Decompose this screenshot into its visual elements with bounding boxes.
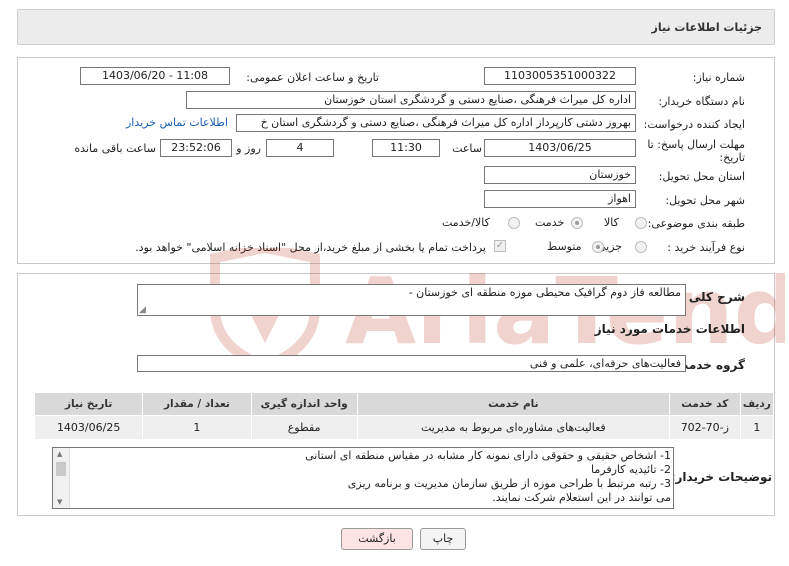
province-field: خوزستان <box>484 166 636 184</box>
col-header-service-name: نام خدمت <box>356 392 670 416</box>
notes-line: می توانند در این استعلام شرکت نمایند. <box>492 491 671 504</box>
remaining-days-field: 4 <box>266 139 334 157</box>
scroll-thumb[interactable] <box>56 462 66 476</box>
category-option-goods-service: کالا/خدمت <box>442 216 490 229</box>
buyer-notes-field: ▲ ▼ 1- اشخاص حقیقی و حقوقی دارای نمونه ک… <box>52 447 674 509</box>
cell-quantity: 1 <box>142 415 252 440</box>
remaining-time-field: 23:52:06 <box>160 139 232 157</box>
deadline-date-field: 1403/06/25 <box>484 139 636 157</box>
days-label: روز و <box>236 142 261 155</box>
cell-service-code: ز-70-702 <box>668 415 741 440</box>
page-title: جزئیات اطلاعات نیاز <box>651 21 763 34</box>
summary-text: مطالعه فاز دوم گرافیک محیطی موزه منطقه ا… <box>408 286 681 299</box>
table-row: 1 ز-70-702 فعالیت‌های مشاوره‌ای مربوط به… <box>33 415 775 440</box>
category-option-service: خدمت <box>535 216 565 229</box>
summary-field: مطالعه فاز دوم گرافیک محیطی موزه منطقه ا… <box>137 284 686 316</box>
scroll-down-icon[interactable]: ▼ <box>57 498 62 506</box>
col-header-service-code: کد خدمت <box>668 392 741 416</box>
page-header: جزئیات اطلاعات نیاز <box>17 9 775 45</box>
remaining-label: ساعت باقی مانده <box>74 142 156 155</box>
col-header-unit: واحد اندازه گیری <box>250 392 358 416</box>
treasury-payment-note: پرداخت تمام یا بخشی از مبلغ خرید،از محل … <box>135 241 486 254</box>
buyer-org-label: نام دستگاه خریدار: <box>658 95 745 108</box>
requester-field: بهروز دشتی کارپرداز اداره کل میراث فرهنگ… <box>236 114 636 132</box>
city-label: شهر محل تحویل: <box>665 194 745 207</box>
notes-line: 2- تائیدیه کارفرما <box>591 463 671 476</box>
need-info-panel <box>17 57 775 264</box>
category-radio-goods-service[interactable] <box>508 217 520 229</box>
deadline-time-label: ساعت <box>452 142 482 155</box>
deadline-time-field: 11:30 <box>372 139 440 157</box>
purchase-type-label: نوع فرآیند خرید : <box>667 241 745 254</box>
category-label: طبقه بندی موضوعی: <box>647 217 745 230</box>
cell-unit: مقطوع <box>250 415 358 440</box>
need-number-field: 1103005351000322 <box>484 67 636 85</box>
province-label: استان محل تحویل: <box>658 170 745 183</box>
deadline-label-date: تاریخ: <box>719 151 745 164</box>
cell-service-name: فعالیت‌های مشاوره‌ای مربوط به مدیریت <box>356 415 670 440</box>
requester-label: ایجاد کننده درخواست: <box>643 118 745 131</box>
cell-need-date: 1403/06/25 <box>33 415 144 440</box>
purchase-option-medium: متوسط <box>547 240 582 253</box>
table-header-row: ردیف کد خدمت نام خدمت واحد اندازه گیری ت… <box>33 392 775 416</box>
notes-scrollbar[interactable]: ▲ ▼ <box>53 448 70 508</box>
buyer-notes-label: توضیحات خریدار: <box>670 470 772 484</box>
col-header-quantity: تعداد / مقدار <box>142 392 252 416</box>
services-section-title: اطلاعات خدمات مورد نیاز <box>594 322 745 336</box>
category-radio-service[interactable] <box>571 217 583 229</box>
service-group-field: فعالیت‌های حرفه‌ای، علمی و فنی <box>137 355 686 372</box>
col-header-row-number: ردیف <box>739 392 775 416</box>
category-radio-goods[interactable] <box>635 217 647 229</box>
treasury-payment-checkbox[interactable]: ✓ <box>494 240 506 252</box>
summary-resize-handle[interactable]: ◢ <box>139 305 149 315</box>
purchase-radio-medium[interactable] <box>592 241 604 253</box>
announce-datetime-label: تاریخ و ساعت اعلان عمومی: <box>246 71 379 84</box>
category-option-goods: کالا <box>604 216 619 229</box>
notes-line: 1- اشخاص حقیقی و حقوقی دارای نمونه کار م… <box>305 449 671 462</box>
city-field: اهواز <box>484 190 636 208</box>
col-header-need-date: تاریخ نیاز <box>33 392 144 416</box>
services-table: ردیف کد خدمت نام خدمت واحد اندازه گیری ت… <box>33 392 775 440</box>
notes-line: 3- رتبه مرتبط با طراحی موزه از طریق سازم… <box>347 477 671 490</box>
need-number-label: شماره نیاز: <box>692 71 745 84</box>
scroll-up-icon[interactable]: ▲ <box>57 450 62 458</box>
purchase-radio-minor[interactable] <box>635 241 647 253</box>
cell-row-number: 1 <box>739 415 775 440</box>
announce-datetime-field: 1403/06/20 - 11:08 <box>80 67 230 85</box>
buyer-contact-link[interactable]: اطلاعات تماس خریدار <box>126 116 228 129</box>
deadline-label: مهلت ارسال پاسخ: تا <box>647 138 745 151</box>
back-button[interactable]: بازگشت <box>341 528 413 550</box>
print-button[interactable]: چاپ <box>420 528 466 550</box>
notes-text: 1- اشخاص حقیقی و حقوقی دارای نمونه کار م… <box>73 449 671 507</box>
buyer-org-field: اداره کل میراث فرهنگی ،صنایع دستی و گردش… <box>186 91 636 109</box>
